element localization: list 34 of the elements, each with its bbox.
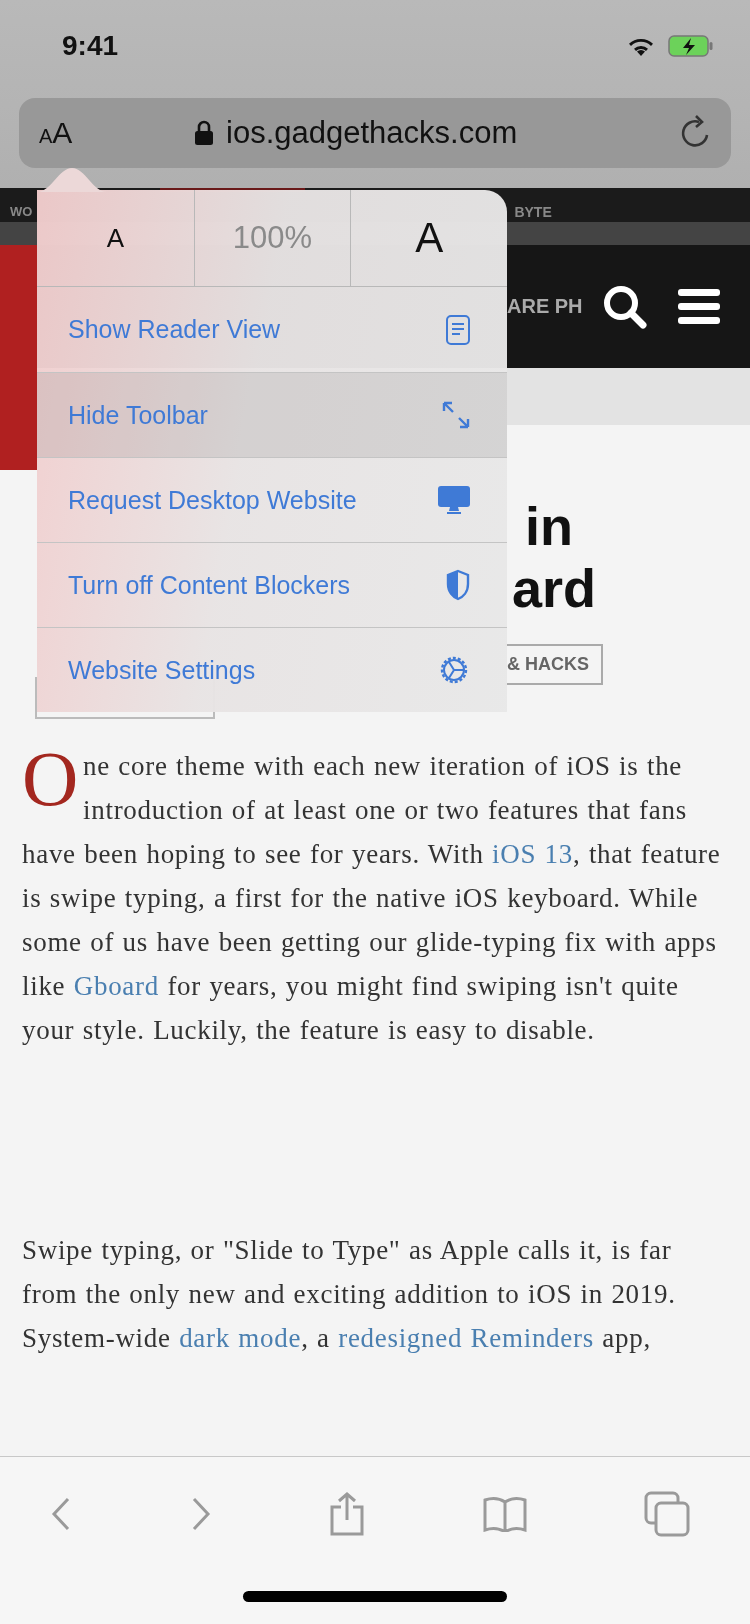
tabs-icon[interactable] [644,1491,690,1537]
status-time: 9:41 [62,30,119,62]
text-size-button[interactable]: AA [39,116,73,150]
battery-charging-icon [668,34,714,58]
expand-arrows-icon [441,400,471,430]
menu-item[interactable]: Hide Toolbar [37,372,507,457]
shield-icon [445,569,471,601]
lock-icon [194,120,215,146]
decrease-text-button[interactable]: A [37,190,194,286]
menu-icon[interactable] [678,288,720,325]
search-icon[interactable] [602,283,648,330]
nav-link[interactable]: BYTE [514,204,552,220]
article-paragraph: Swipe typing, or "Slide to Type" as Apple calls it, is far from the only new and exciting addition to iOS in 2019. System-wide dark mode, a redesigned Reminders app, [22,1234,677,1355]
menu-item[interactable]: Website Settings [37,627,507,712]
headline-fragment: in [525,495,573,557]
zoom-percent: 100% [193,190,351,286]
share-icon[interactable] [329,1492,365,1536]
menu-item[interactable]: Request Desktop Website [37,457,507,542]
document-icon [445,313,471,346]
address-bar[interactable]: AA ios.gadgethacks.com [19,98,731,168]
header-text: ARE PH [507,295,583,318]
article-link[interactable]: redesigned Reminders [338,1323,594,1353]
bookmarks-icon[interactable] [482,1496,527,1532]
back-icon[interactable] [50,1496,72,1532]
article-link[interactable]: dark mode [179,1323,302,1353]
nav-link[interactable]: WO [10,204,33,219]
menu-item[interactable]: Show Reader View [37,287,507,372]
article-link[interactable]: Gboard [73,971,159,1001]
headline-fragment: ard [512,557,597,619]
url-text: ios.gadgethacks.com [226,115,518,151]
article-link[interactable]: iOS 13 [492,839,573,869]
menu-item[interactable]: Turn off Content Blockers [37,542,507,627]
monitor-icon [437,485,471,515]
increase-text-button[interactable]: A [350,190,507,286]
